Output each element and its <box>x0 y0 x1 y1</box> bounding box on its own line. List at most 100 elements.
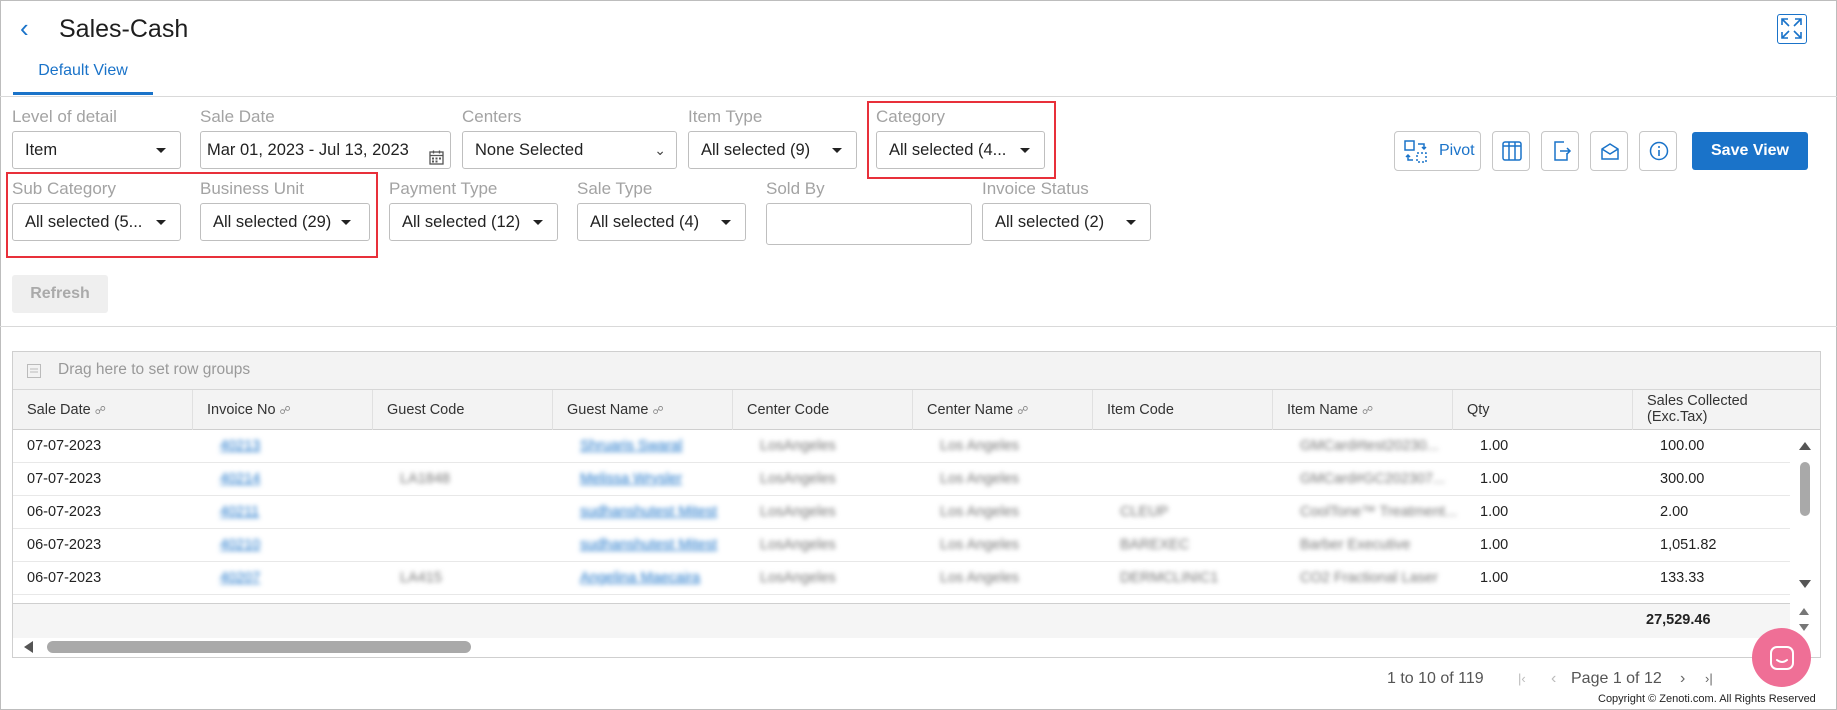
export-icon <box>1552 141 1572 166</box>
horizontal-scroll-thumb[interactable] <box>47 641 471 653</box>
cell-center-code: LosAngeles <box>760 504 836 520</box>
level-of-detail-select[interactable]: Item <box>12 131 181 169</box>
category-label: Category <box>876 107 945 126</box>
table-row[interactable]: 07-07-2023 40213 Shruaris Swaral LosAnge… <box>13 430 1790 463</box>
tab-default-view[interactable]: Default View <box>13 58 153 95</box>
sale-date-value: Mar 01, 2023 - Jul 13, 2023 <box>207 141 409 159</box>
chat-button[interactable] <box>1752 628 1811 687</box>
cell-center-name: Los Angeles <box>940 471 1020 487</box>
cell-guest-name[interactable]: sudhanshutest Mitest <box>566 496 717 528</box>
col-header-center-name[interactable]: Center Name ☍ <box>913 390 1093 430</box>
centers-select[interactable]: None Selected ⌄ <box>462 131 677 169</box>
cell-qty: 1.00 <box>1480 504 1509 520</box>
row-group-hint: Drag here to set row groups <box>58 361 251 378</box>
cell-invoice-no[interactable]: 40211 <box>206 496 259 528</box>
business-unit-label: Business Unit <box>200 179 304 198</box>
pivot-button[interactable]: Pivot <box>1394 131 1481 171</box>
invoice-status-select[interactable]: All selected (2) <box>982 203 1151 241</box>
back-icon[interactable]: ‹ <box>20 14 42 44</box>
col-header-sale-date[interactable]: Sale Date ☍ <box>13 390 193 430</box>
columns-button[interactable] <box>1492 131 1530 171</box>
sale-type-label: Sale Type <box>577 179 653 198</box>
col-header-guest-name[interactable]: Guest Name ☍ <box>553 390 733 430</box>
cell-center-code: LosAngeles <box>760 537 836 553</box>
cell-center-name: Los Angeles <box>940 504 1020 520</box>
caret-down-icon <box>533 220 543 225</box>
cell-invoice-no[interactable]: 40207 <box>206 562 260 594</box>
email-icon <box>1600 141 1620 166</box>
pivot-icon <box>1404 140 1428 179</box>
table-row[interactable]: 07-07-2023 40214 LA1848 Melissa Wrysler … <box>13 463 1790 496</box>
cell-guest-name[interactable]: Angelina Maecaira <box>566 562 700 594</box>
cell-sale-date: 07-07-2023 <box>27 471 102 487</box>
payment-type-select[interactable]: All selected (12) <box>389 203 558 241</box>
row-group-panel[interactable]: Drag here to set row groups <box>13 352 1820 390</box>
cell-item-name: GMCard#test20230... <box>1300 438 1439 454</box>
business-unit-select[interactable]: All selected (29) <box>200 203 370 241</box>
cell-guest-code <box>386 496 400 528</box>
cell-item-code: CLEUP <box>1120 504 1169 520</box>
cell-sales-collected: 2.00 <box>1660 504 1689 520</box>
info-icon <box>1649 141 1669 166</box>
centers-label: Centers <box>462 107 522 126</box>
last-page-icon[interactable]: ›| <box>1705 669 1713 689</box>
total-scroll-down-icon[interactable] <box>1799 624 1809 631</box>
table-row[interactable]: 06-07-2023 40210 sudhanshutest Mitest Lo… <box>13 529 1790 562</box>
scroll-left-arrow-icon[interactable] <box>24 641 33 653</box>
email-button[interactable] <box>1590 131 1628 171</box>
cell-guest-code <box>386 529 400 561</box>
sale-type-select[interactable]: All selected (4) <box>577 203 746 241</box>
table-row[interactable]: 06-07-2023 40207 LA415 Angelina Maecaira… <box>13 562 1790 595</box>
item-type-value: All selected (9) <box>701 141 811 159</box>
col-header-center-code[interactable]: Center Code <box>733 390 913 430</box>
cell-guest-name[interactable]: sudhanshutest Mitest <box>566 529 717 561</box>
grid-header: Sale Date ☍ Invoice No ☍ Guest Code Gues… <box>13 390 1820 430</box>
cell-qty: 1.00 <box>1480 570 1509 586</box>
sold-by-input[interactable] <box>766 203 972 245</box>
sub-category-value: All selected (5... <box>25 213 143 231</box>
total-scroll-up-icon[interactable] <box>1799 608 1809 615</box>
col-header-invoice-no[interactable]: Invoice No ☍ <box>193 390 373 430</box>
table-row[interactable]: 06-07-2023 40211 sudhanshutest Mitest Lo… <box>13 496 1790 529</box>
calendar-icon[interactable] <box>429 142 444 168</box>
sub-category-select[interactable]: All selected (5... <box>12 203 181 241</box>
col-header-sales-collected[interactable]: Sales Collected (Exc.Tax) <box>1633 390 1803 430</box>
col-header-item-code[interactable]: Item Code <box>1093 390 1273 430</box>
col-header-qty[interactable]: Qty <box>1453 390 1633 430</box>
col-header-item-name[interactable]: Item Name ☍ <box>1273 390 1453 430</box>
cell-qty: 1.00 <box>1480 537 1509 553</box>
cell-invoice-no[interactable]: 40213 <box>206 430 260 462</box>
cell-guest-name[interactable]: Shruaris Swaral <box>566 430 682 462</box>
sale-type-value: All selected (4) <box>590 213 700 231</box>
vertical-scrollbar[interactable] <box>1798 436 1812 596</box>
first-page-icon[interactable]: |‹ <box>1518 669 1526 689</box>
vertical-scroll-thumb[interactable] <box>1800 462 1810 516</box>
cell-invoice-no[interactable]: 40210 <box>206 529 260 561</box>
export-button[interactable] <box>1541 131 1579 171</box>
item-type-select[interactable]: All selected (9) <box>688 131 857 169</box>
cell-center-name: Los Angeles <box>940 438 1020 454</box>
level-of-detail-value: Item <box>25 141 58 159</box>
next-page-icon[interactable]: › <box>1680 669 1685 689</box>
copyright-text: Copyright © Zenoti.com. All Rights Reser… <box>1598 693 1816 705</box>
prev-page-icon[interactable]: ‹ <box>1551 669 1556 689</box>
sub-category-label: Sub Category <box>12 179 116 198</box>
cell-sale-date: 07-07-2023 <box>27 438 102 454</box>
fullscreen-icon[interactable] <box>1777 14 1807 44</box>
save-view-button[interactable]: Save View <box>1692 132 1808 170</box>
cell-guest-name[interactable]: Melissa Wrysler <box>566 463 682 495</box>
scroll-down-arrow-icon[interactable] <box>1799 580 1811 588</box>
info-button[interactable] <box>1639 131 1677 171</box>
grid-total-row: 27,529.46 <box>13 603 1790 638</box>
sale-date-input[interactable]: Mar 01, 2023 - Jul 13, 2023 <box>200 131 451 169</box>
invoice-status-label: Invoice Status <box>982 179 1089 198</box>
refresh-button[interactable]: Refresh <box>12 275 108 313</box>
category-select[interactable]: All selected (4... <box>876 131 1045 169</box>
cell-item-name: GMCard#GC202307... <box>1300 471 1446 487</box>
cell-item-code <box>1106 430 1120 462</box>
cell-item-code: BAREXEC <box>1120 537 1190 553</box>
col-header-guest-code[interactable]: Guest Code <box>373 390 553 430</box>
cell-invoice-no[interactable]: 40214 <box>206 463 260 495</box>
scroll-up-arrow-icon[interactable] <box>1799 442 1811 450</box>
cell-center-name: Los Angeles <box>940 570 1020 586</box>
